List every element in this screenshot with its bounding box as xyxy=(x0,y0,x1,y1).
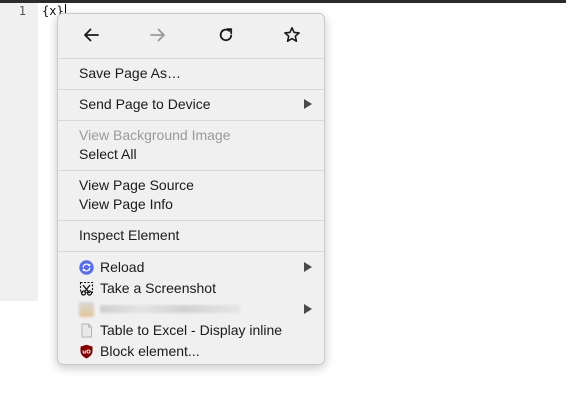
separator xyxy=(58,251,324,252)
redacted-extension-item[interactable] xyxy=(58,299,324,319)
send-page-to-device-label: Send Page to Device xyxy=(79,96,211,112)
screenshot-scissors-icon xyxy=(79,281,94,296)
document-icon xyxy=(81,323,92,338)
block-element-label: Block element... xyxy=(100,343,200,359)
send-page-to-device-item[interactable]: Send Page to Device xyxy=(58,94,324,114)
bookmark-button[interactable] xyxy=(279,22,305,48)
inspect-element-item[interactable]: Inspect Element xyxy=(58,225,324,245)
take-screenshot-label: Take a Screenshot xyxy=(100,280,216,296)
view-background-image-label: View Background Image xyxy=(79,127,231,143)
separator xyxy=(58,120,324,121)
line-gutter xyxy=(0,3,38,301)
reload-icon xyxy=(219,28,233,42)
select-all-item[interactable]: Select All xyxy=(58,144,324,164)
table-to-excel-item[interactable]: Table to Excel - Display inline xyxy=(58,320,324,340)
svg-text:uO: uO xyxy=(82,350,91,356)
view-page-source-label: View Page Source xyxy=(79,177,194,193)
view-background-image-item: View Background Image xyxy=(58,125,324,145)
back-button[interactable] xyxy=(78,22,104,48)
separator xyxy=(58,220,324,221)
line-number: 1 xyxy=(18,4,26,18)
reload-button[interactable] xyxy=(213,22,239,48)
submenu-arrow-icon xyxy=(304,304,312,314)
table-to-excel-label: Table to Excel - Display inline xyxy=(100,322,283,338)
separator xyxy=(58,170,324,171)
view-page-info-item[interactable]: View Page Info xyxy=(58,194,324,214)
context-menu: Save Page As… Send Page to Device View B… xyxy=(57,13,325,365)
select-all-label: Select All xyxy=(79,146,137,162)
star-icon xyxy=(284,27,300,42)
submenu-arrow-icon xyxy=(304,99,312,109)
reload-extension-label: Reload xyxy=(100,259,145,275)
reload-extension-icon xyxy=(79,260,94,275)
redacted-label xyxy=(100,305,240,313)
forward-button[interactable] xyxy=(145,22,171,48)
redacted-extension-icon xyxy=(79,302,94,317)
separator xyxy=(58,58,324,59)
arrow-left-icon xyxy=(84,28,99,42)
save-page-as-item[interactable]: Save Page As… xyxy=(58,63,324,83)
arrow-right-icon xyxy=(150,28,165,42)
view-page-info-label: View Page Info xyxy=(79,196,173,212)
window-top-bar xyxy=(0,0,566,3)
take-screenshot-item[interactable]: Take a Screenshot xyxy=(58,278,324,298)
submenu-arrow-icon xyxy=(304,262,312,272)
inspect-element-label: Inspect Element xyxy=(79,227,180,243)
reload-extension-item[interactable]: Reload xyxy=(58,257,324,277)
ublock-shield-icon: uO xyxy=(80,344,93,359)
navigation-row xyxy=(58,14,324,56)
block-element-item[interactable]: uO Block element... xyxy=(58,341,324,361)
separator xyxy=(58,89,324,90)
save-page-as-label: Save Page As… xyxy=(79,65,181,81)
view-page-source-item[interactable]: View Page Source xyxy=(58,175,324,195)
